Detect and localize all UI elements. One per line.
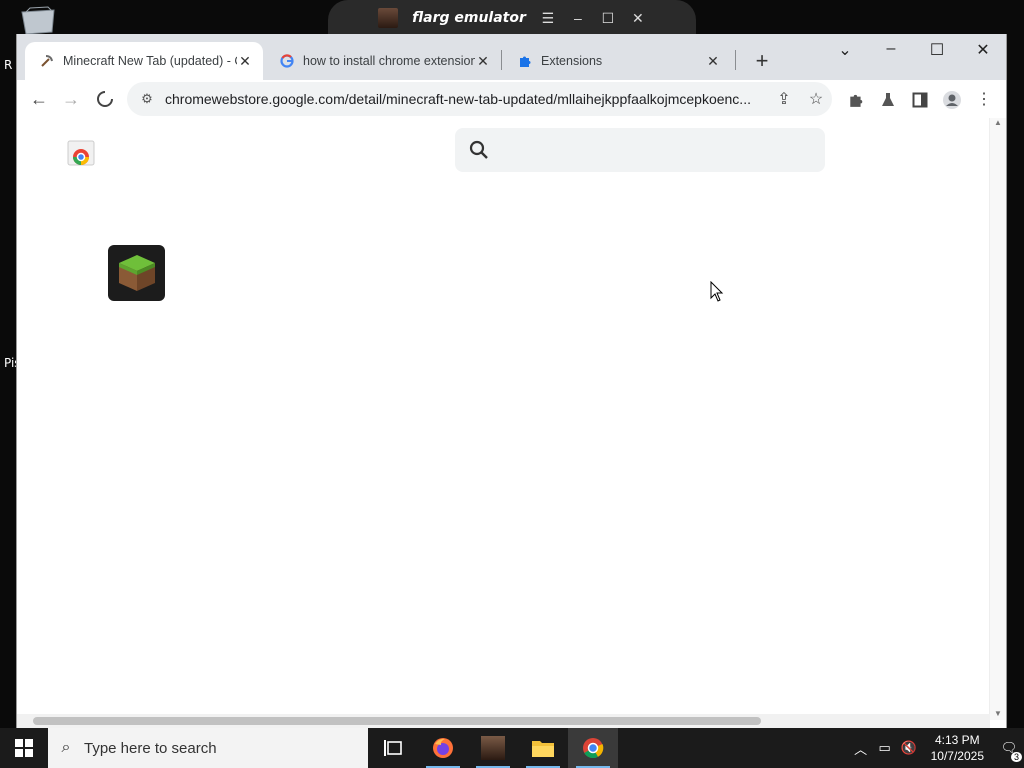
- back-arrow-icon[interactable]: ←: [27, 87, 51, 111]
- new-tab-button[interactable]: +: [750, 48, 774, 74]
- volume-muted-icon[interactable]: 🔇: [897, 740, 921, 756]
- emulator-title-bar: flarg emulator ☰ – ☐ ✕: [328, 0, 696, 36]
- task-view-icon[interactable]: [368, 728, 418, 768]
- page-content: [17, 118, 990, 720]
- site-info-icon[interactable]: ⚙: [137, 91, 157, 107]
- tab-title: how to install chrome extension: [303, 54, 475, 68]
- close-icon[interactable]: ✕: [475, 53, 491, 70]
- firefox-icon[interactable]: [418, 728, 468, 768]
- scroll-up-arrow-icon[interactable]: ▲: [990, 118, 1006, 127]
- extensions-puzzle-icon[interactable]: [845, 89, 867, 111]
- maximize-button[interactable]: ☐: [600, 10, 616, 27]
- close-button[interactable]: ✕: [630, 10, 646, 27]
- desktop-icon-label: R: [4, 58, 13, 72]
- forward-arrow-icon[interactable]: →: [59, 87, 83, 111]
- tab-title: Extensions: [541, 54, 603, 68]
- close-icon[interactable]: ✕: [237, 53, 253, 70]
- chrome-icon[interactable]: [568, 728, 618, 768]
- scroll-down-arrow-icon[interactable]: ▼: [990, 709, 1006, 718]
- google-icon: [279, 53, 295, 69]
- minimize-button[interactable]: –: [871, 40, 911, 58]
- file-explorer-icon[interactable]: [518, 728, 568, 768]
- browser-toolbar: ← → ⚙ chromewebstore.google.com/detail/m…: [17, 80, 1006, 118]
- taskbar-search-placeholder: Type here to search: [84, 739, 217, 757]
- horizontal-scrollbar[interactable]: [17, 714, 990, 728]
- windows-start-icon[interactable]: [0, 728, 48, 768]
- mouse-cursor-icon: [710, 281, 724, 302]
- scrollbar-thumb[interactable]: [33, 717, 761, 725]
- chrome-web-store-logo[interactable]: [67, 138, 95, 166]
- address-bar[interactable]: ⚙ chromewebstore.google.com/detail/minec…: [127, 82, 832, 116]
- vertical-scrollbar[interactable]: ▲ ▼: [989, 118, 1006, 720]
- tab-minecraft[interactable]: Minecraft New Tab (updated) - C ✕: [25, 42, 263, 80]
- pickaxe-icon: [39, 53, 55, 69]
- puzzle-icon: [517, 53, 533, 69]
- store-search-box[interactable]: [455, 128, 825, 172]
- tab-separator: [501, 50, 502, 70]
- minecraft-grass-block-icon: [108, 245, 165, 301]
- browser-window: Minecraft New Tab (updated) - C ✕ how to…: [16, 34, 1007, 728]
- network-icon[interactable]: ▭: [873, 740, 897, 756]
- tab-strip: Minecraft New Tab (updated) - C ✕ how to…: [17, 34, 1006, 80]
- notification-count-badge: 3: [1010, 752, 1022, 762]
- search-input[interactable]: [501, 141, 805, 159]
- maximize-button[interactable]: ☐: [917, 40, 957, 60]
- menu-icon[interactable]: ☰: [540, 10, 556, 27]
- tab-title: Minecraft New Tab (updated) - C: [63, 54, 237, 68]
- search-icon: [469, 140, 488, 159]
- close-icon[interactable]: ✕: [705, 53, 721, 70]
- emulator-app-icon[interactable]: [468, 728, 518, 768]
- menu-dots-icon[interactable]: ⋮: [973, 89, 995, 111]
- emulator-avatar-icon: [378, 8, 399, 28]
- date-text: 10/7/2025: [930, 749, 984, 763]
- share-icon[interactable]: ⇪: [768, 89, 800, 109]
- tab-search-button[interactable]: ⌄: [825, 40, 865, 60]
- taskbar-search-box[interactable]: ⌕ Type here to search: [48, 728, 368, 768]
- side-panel-icon[interactable]: [909, 89, 931, 111]
- clock[interactable]: 4:13 PM 10/7/2025: [931, 732, 984, 764]
- system-tray: ︿ ▭ 🔇 4:13 PM 10/7/2025 🗨 3: [849, 728, 1024, 768]
- bookmark-star-icon[interactable]: ☆: [800, 89, 832, 109]
- search-icon: ⌕: [61, 739, 71, 756]
- recycle-bin-icon[interactable]: [18, 6, 58, 34]
- emulator-title: flarg emulator: [412, 10, 526, 26]
- url-text[interactable]: chromewebstore.google.com/detail/minecra…: [165, 91, 768, 107]
- notification-icon[interactable]: 🗨 3: [994, 740, 1024, 762]
- profile-avatar-icon[interactable]: [941, 89, 963, 111]
- tab-separator: [735, 50, 736, 70]
- tab-extensions[interactable]: Extensions ✕: [503, 42, 731, 80]
- minimize-button[interactable]: –: [570, 10, 586, 26]
- close-button[interactable]: ✕: [963, 40, 1003, 60]
- chevron-up-icon[interactable]: ︿: [849, 739, 873, 758]
- stop-loading-icon[interactable]: [93, 87, 117, 111]
- time-text: 4:13 PM: [934, 733, 980, 747]
- labs-flask-icon[interactable]: [877, 89, 899, 111]
- tab-how-to-install[interactable]: how to install chrome extension ✕: [265, 42, 501, 80]
- taskbar: ⌕ Type here to search ︿ ▭ 🔇 4:13 PM 10/7…: [0, 728, 1024, 768]
